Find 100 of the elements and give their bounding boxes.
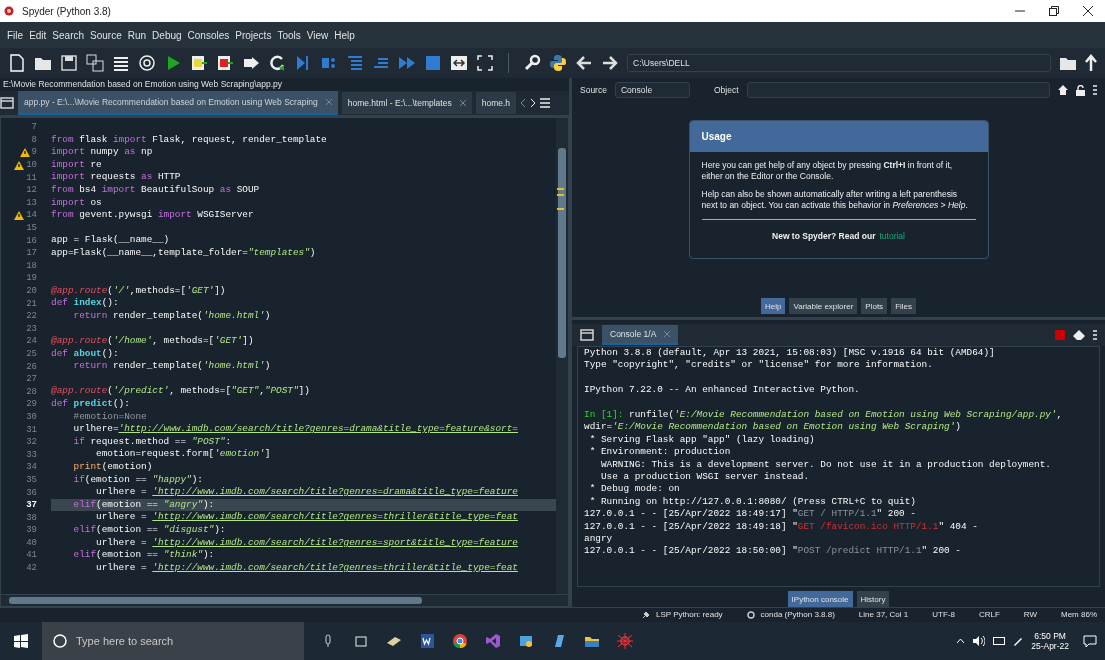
keyboard-icon[interactable]	[993, 637, 1006, 645]
pane-tab[interactable]: Variable explorer	[789, 298, 858, 314]
browse-tabs-icon[interactable]	[580, 329, 594, 341]
editor-tab[interactable]: home.h	[475, 91, 517, 115]
pane-tab[interactable]: IPython console	[787, 591, 853, 607]
code-line: def predict():	[51, 398, 131, 411]
source-dropdown[interactable]: Console	[614, 82, 690, 98]
menu-item[interactable]: Help	[331, 27, 358, 43]
menu-item[interactable]: Source	[87, 27, 125, 43]
eraser-icon[interactable]	[1073, 330, 1085, 340]
scroll-right-icon[interactable]	[530, 98, 537, 108]
save-all-icon[interactable]	[86, 54, 104, 72]
restore-icon[interactable]	[1049, 6, 1059, 16]
scrollbar[interactable]	[556, 118, 568, 594]
save-icon[interactable]	[60, 54, 78, 72]
line-number: 42	[26, 563, 37, 574]
forward-arrow-icon[interactable]	[601, 54, 619, 72]
line-number: 17	[26, 248, 37, 259]
menu-item[interactable]: Consoles	[184, 27, 233, 43]
line-number: 34	[26, 462, 37, 473]
up-arrow-icon[interactable]	[1085, 54, 1097, 72]
file-path: E:\Movie Recommendation based on Emotion using Web Scraping\app.py	[2, 78, 284, 91]
tutorial-link[interactable]: tutorial	[879, 229, 905, 243]
editor-tab[interactable]: app.py - E:\...\Movie Recommendation based on Emotion using Web Scraping	[18, 90, 338, 116]
scrollbar-thumb[interactable]	[9, 597, 423, 604]
clock-date[interactable]: 25-Apr-22	[1031, 641, 1069, 652]
line-number: 23	[26, 323, 37, 334]
task-view-icon[interactable]	[353, 633, 369, 649]
editor-tab[interactable]: home.html - E:\...\templates	[341, 91, 472, 115]
console-line: Type "copyright", "credits" or "license" for more information.	[584, 359, 934, 372]
console-line: wdir='E:/Movie Recommendation based on Emotion using Web Scraping')	[584, 421, 962, 434]
continue-icon[interactable]	[398, 54, 416, 72]
menu-icon[interactable]	[1093, 85, 1097, 95]
menu-item[interactable]: Edit	[26, 27, 50, 43]
menu-item[interactable]: File	[4, 27, 27, 43]
windows-logo-icon[interactable]	[14, 634, 28, 648]
home-icon[interactable]	[1058, 85, 1068, 95]
pane-tab[interactable]: Files	[891, 298, 916, 314]
pane-tab[interactable]: History	[856, 591, 890, 607]
caret-up-icon[interactable]	[956, 638, 966, 644]
code-line: #emotion=None	[72, 410, 148, 424]
browse-tabs-icon[interactable]	[0, 97, 14, 109]
code-line: elif(emotion == "think"):	[72, 549, 216, 562]
object-field[interactable]	[746, 82, 1050, 98]
run-cell-advance-icon[interactable]	[216, 54, 234, 72]
menu-icon[interactable]	[540, 98, 551, 108]
line-number: 38	[26, 512, 37, 523]
close-icon[interactable]	[1083, 6, 1093, 16]
code-line: urlhere = 'http://www.imdb.com/search/title?genres=thriller&title_type=feat	[95, 561, 519, 575]
pen-icon[interactable]	[1013, 636, 1024, 646]
console-line: * Debug mode: on	[588, 483, 681, 496]
line-number: 28	[26, 386, 37, 397]
warning-marker	[557, 208, 564, 210]
menu-item[interactable]: Run	[124, 27, 150, 43]
line-number: 39	[26, 525, 37, 536]
notification-icon[interactable]	[1083, 634, 1097, 648]
menu-item[interactable]: View	[303, 27, 332, 43]
fullscreen-icon[interactable]	[476, 54, 494, 72]
lock-icon[interactable]	[1076, 84, 1085, 96]
menu-icon[interactable]	[1093, 330, 1097, 340]
warning-marker	[557, 194, 564, 196]
pane-tab[interactable]: Plots	[861, 298, 888, 314]
visual-studio-icon[interactable]	[485, 633, 501, 649]
stop-icon[interactable]	[424, 54, 442, 72]
speaker-icon[interactable]	[973, 636, 986, 646]
clock-time[interactable]: 6:50 PM	[1031, 630, 1069, 641]
status-text: Line 37, Col 1	[858, 609, 909, 621]
python-logo-icon[interactable]	[549, 54, 567, 72]
step-into-icon[interactable]	[346, 54, 364, 72]
menu-item[interactable]: Search	[49, 27, 88, 43]
new-file-icon[interactable]	[8, 54, 26, 72]
image-app-icon[interactable]	[518, 633, 534, 649]
code-line: elif(emotion == "disgust"):	[72, 524, 227, 537]
console-line: * Environment: production	[588, 446, 732, 459]
maximize-pane-icon[interactable]	[450, 54, 468, 72]
word-doc-icon[interactable]	[419, 633, 435, 649]
list-icon[interactable]	[112, 54, 130, 72]
scroll-left-icon[interactable]	[520, 98, 527, 108]
run-cell-icon[interactable]	[190, 54, 208, 72]
scrollbar[interactable]	[1, 594, 568, 606]
console-line: angry	[584, 532, 614, 546]
spider-icon	[4, 6, 14, 16]
menu-item[interactable]: Debug	[149, 27, 185, 43]
menu-item[interactable]: Tools	[274, 27, 304, 43]
back-arrow-icon[interactable]	[575, 54, 593, 72]
spider-icon[interactable]	[617, 633, 633, 649]
pane-tab[interactable]: Help	[761, 298, 786, 314]
console-line: In [1]: runfile('E:/Movie Recommendation based on Emotion using Web Scraping/app.py',	[584, 407, 1064, 422]
chrome-icon[interactable]	[452, 633, 468, 649]
line-number: 22	[26, 311, 37, 322]
path-field[interactable]: C:\Users\DELL	[627, 54, 1051, 72]
line-number: 41	[26, 550, 37, 561]
scrollbar-thumb[interactable]	[558, 148, 566, 358]
search-field[interactable]: Type here to search	[42, 622, 304, 660]
rerun-icon[interactable]	[268, 54, 286, 72]
line-number: 14	[26, 210, 37, 221]
status-text: CRLF	[978, 609, 1000, 621]
menu-item[interactable]: Projects	[232, 27, 275, 43]
console-tab[interactable]: Console 1/A	[602, 324, 679, 346]
console-line: Use a production WSGI server instead.	[599, 470, 811, 484]
